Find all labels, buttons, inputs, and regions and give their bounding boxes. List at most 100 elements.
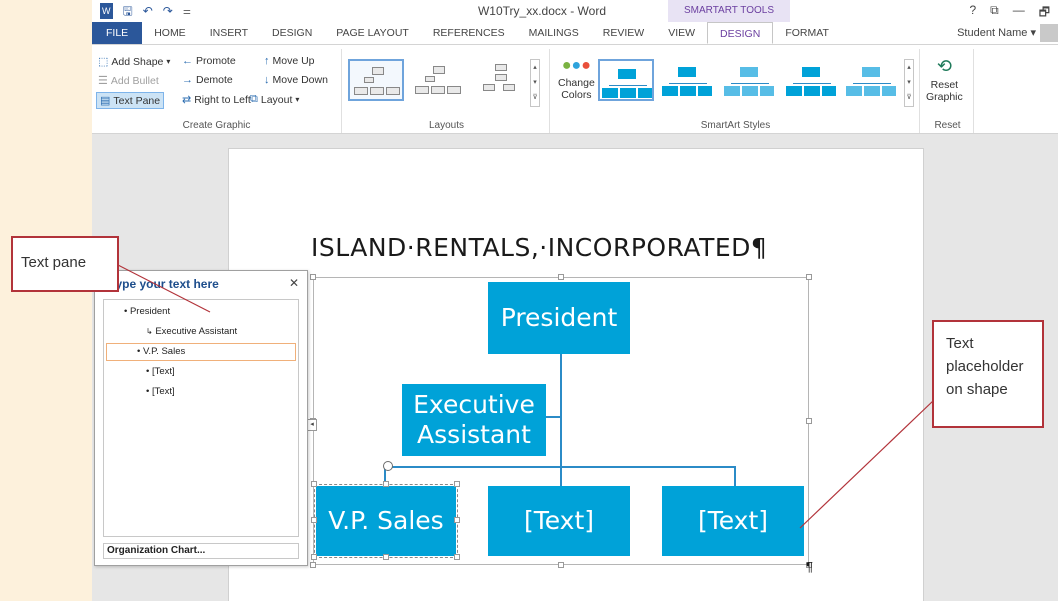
reset-graphic-label-1: Reset bbox=[930, 79, 959, 91]
move-up-label: Move Up bbox=[272, 55, 315, 67]
paragraph-mark: ¶ bbox=[806, 559, 813, 574]
tab-page-layout[interactable]: PAGE LAYOUT bbox=[324, 22, 421, 44]
change-colors-button[interactable]: ●●● Change Colors bbox=[558, 55, 595, 101]
layouts-group: ▴ ▾ ⊽ Layouts bbox=[344, 49, 550, 133]
minimize-icon[interactable]: — bbox=[1013, 3, 1025, 24]
text-pane-footer-link[interactable]: Organization Chart... bbox=[103, 543, 299, 559]
layout-thumb-hierarchy[interactable] bbox=[472, 59, 528, 101]
smartart-shape-text-placeholder[interactable]: [Text] bbox=[488, 486, 630, 556]
reset-group: ⟲ Reset Graphic Reset bbox=[922, 49, 974, 133]
text-pane-item[interactable]: • President bbox=[124, 306, 170, 317]
reset-graphic-icon: ⟲ bbox=[936, 56, 952, 76]
demote-button[interactable]: → Demote bbox=[182, 74, 233, 86]
help-icon[interactable]: ? bbox=[969, 3, 976, 24]
assistant-bullet-icon: ↳ bbox=[146, 327, 153, 336]
move-up-button[interactable]: ↑ Move Up bbox=[264, 55, 315, 67]
style-thumb-1[interactable] bbox=[598, 59, 654, 101]
change-colors-label-1: Change bbox=[558, 77, 595, 89]
smartart-shape-assistant[interactable]: Executive Assistant bbox=[402, 384, 546, 456]
add-shape-icon: ⬚ bbox=[98, 56, 109, 68]
text-pane-list[interactable]: • President ↳ Executive Assistant • V.P.… bbox=[103, 299, 299, 537]
assistant-line-1: Executive bbox=[413, 390, 535, 419]
layout-thumb-name-title[interactable] bbox=[410, 59, 466, 101]
tab-insert[interactable]: INSERT bbox=[198, 22, 260, 44]
reset-graphic-label-2: Graphic bbox=[926, 91, 963, 103]
smartart-frame[interactable]: President Executive Assistant V.P. Sales… bbox=[310, 274, 812, 568]
restore-icon[interactable]: 🗗 bbox=[1039, 3, 1050, 24]
move-down-button[interactable]: ↓ Move Down bbox=[264, 74, 328, 86]
frame-handle[interactable] bbox=[310, 562, 316, 568]
frame-handle[interactable] bbox=[806, 274, 812, 280]
figure-stage: W 🖫 ↶ ↷ ⚌ W10Try_xx.docx - Word SMARTART… bbox=[0, 0, 1058, 601]
tab-review[interactable]: REVIEW bbox=[591, 22, 656, 44]
text-pane-item[interactable]: • [Text] bbox=[146, 386, 175, 397]
callout-text-pane-label: Text pane bbox=[21, 254, 87, 271]
rotate-handle-icon[interactable] bbox=[383, 461, 393, 471]
reset-graphic-button[interactable]: ⟲ Reset Graphic bbox=[926, 53, 963, 103]
shape-handle[interactable] bbox=[311, 554, 317, 560]
text-pane-toggle-arrow-icon[interactable]: ◂ bbox=[307, 419, 317, 431]
text-pane-button[interactable]: ▤ Text Pane bbox=[96, 92, 165, 109]
tab-design[interactable]: DESIGN bbox=[260, 22, 324, 44]
smartart-tools-label: SMARTART TOOLS bbox=[668, 0, 790, 22]
style-thumb-3[interactable] bbox=[722, 59, 778, 101]
tab-file[interactable]: FILE bbox=[92, 22, 143, 44]
connector-line bbox=[734, 466, 736, 486]
shape-handle[interactable] bbox=[454, 481, 460, 487]
frame-handle[interactable] bbox=[310, 274, 316, 280]
text-pane-item[interactable]: ↳ Executive Assistant bbox=[146, 326, 237, 337]
tab-mailings[interactable]: MAILINGS bbox=[517, 22, 591, 44]
text-pane-item-label: [Text] bbox=[151, 386, 175, 397]
arrow-right-icon: → bbox=[182, 74, 193, 86]
avatar[interactable] bbox=[1040, 24, 1058, 42]
shape-handle[interactable] bbox=[454, 554, 460, 560]
shape-handle[interactable] bbox=[383, 481, 389, 487]
shape-handle[interactable] bbox=[454, 517, 460, 523]
layout-thumb-org-chart[interactable] bbox=[348, 59, 404, 101]
callout-placeholder-line-3: on shape bbox=[946, 381, 1008, 398]
style-thumb-2[interactable] bbox=[660, 59, 716, 101]
smartart-styles-group-label: SmartArt Styles bbox=[700, 120, 771, 131]
right-to-left-label: Right to Left bbox=[194, 93, 251, 106]
tab-view[interactable]: VIEW bbox=[656, 22, 707, 44]
color-palette-icon: ●●● bbox=[561, 57, 591, 74]
layouts-scroll[interactable]: ▴ ▾ ⊽ bbox=[530, 59, 540, 107]
text-pane-title: Type your text here bbox=[109, 277, 219, 291]
document-page[interactable]: ISLAND·RENTALS,·INCORPORATED¶ President … bbox=[228, 148, 924, 601]
create-graphic-group: ⬚ Add Shape ▾ ☰ Add Bullet ▤ Text Pane ←… bbox=[92, 49, 342, 133]
shape-handle[interactable] bbox=[383, 554, 389, 560]
connector-line bbox=[546, 416, 562, 418]
shape-handle[interactable] bbox=[311, 481, 317, 487]
style-thumb-4[interactable] bbox=[784, 59, 840, 101]
tab-home[interactable]: HOME bbox=[142, 22, 198, 44]
frame-handle[interactable] bbox=[558, 274, 564, 280]
tab-references[interactable]: REFERENCES bbox=[421, 22, 517, 44]
window-title: W10Try_xx.docx - Word bbox=[477, 4, 607, 18]
right-to-left-button[interactable]: ⇄ Right to Left bbox=[182, 93, 251, 107]
shape-handle[interactable] bbox=[311, 517, 317, 523]
smartart-shape-president[interactable]: President bbox=[488, 282, 630, 354]
add-bullet-button[interactable]: ☰ Add Bullet bbox=[98, 74, 159, 88]
assistant-line-2: Assistant bbox=[417, 420, 531, 449]
tab-smartart-format[interactable]: FORMAT bbox=[773, 22, 841, 44]
add-bullet-icon: ☰ bbox=[98, 75, 108, 87]
document-heading[interactable]: ISLAND·RENTALS,·INCORPORATED¶ bbox=[311, 233, 767, 262]
smartart-shape-text-placeholder[interactable]: [Text] bbox=[662, 486, 804, 556]
text-pane-item[interactable]: • V.P. Sales bbox=[106, 343, 296, 361]
add-shape-button[interactable]: ⬚ Add Shape ▾ bbox=[98, 55, 170, 69]
style-thumb-5[interactable] bbox=[844, 59, 900, 101]
layout-button[interactable]: ⧉ Layout ▾ bbox=[250, 93, 299, 106]
promote-button[interactable]: ← Promote bbox=[182, 55, 236, 67]
arrow-up-icon: ↑ bbox=[264, 55, 270, 67]
text-pane-item-label: Executive Assistant bbox=[155, 326, 238, 337]
connector-line bbox=[560, 466, 562, 486]
ribbon-display-icon[interactable]: ⧉ bbox=[990, 3, 999, 24]
tab-smartart-design[interactable]: DESIGN bbox=[707, 22, 774, 44]
text-pane-item[interactable]: • [Text] bbox=[146, 366, 175, 377]
styles-scroll[interactable]: ▴ ▾ ⊽ bbox=[904, 59, 914, 107]
close-icon[interactable]: ✕ bbox=[289, 276, 299, 290]
frame-handle[interactable] bbox=[558, 562, 564, 568]
frame-handle[interactable] bbox=[806, 418, 812, 424]
user-name[interactable]: Student Name ▾ bbox=[957, 26, 1036, 39]
callout-text-placeholder: Text placeholder on shape bbox=[932, 320, 1044, 428]
